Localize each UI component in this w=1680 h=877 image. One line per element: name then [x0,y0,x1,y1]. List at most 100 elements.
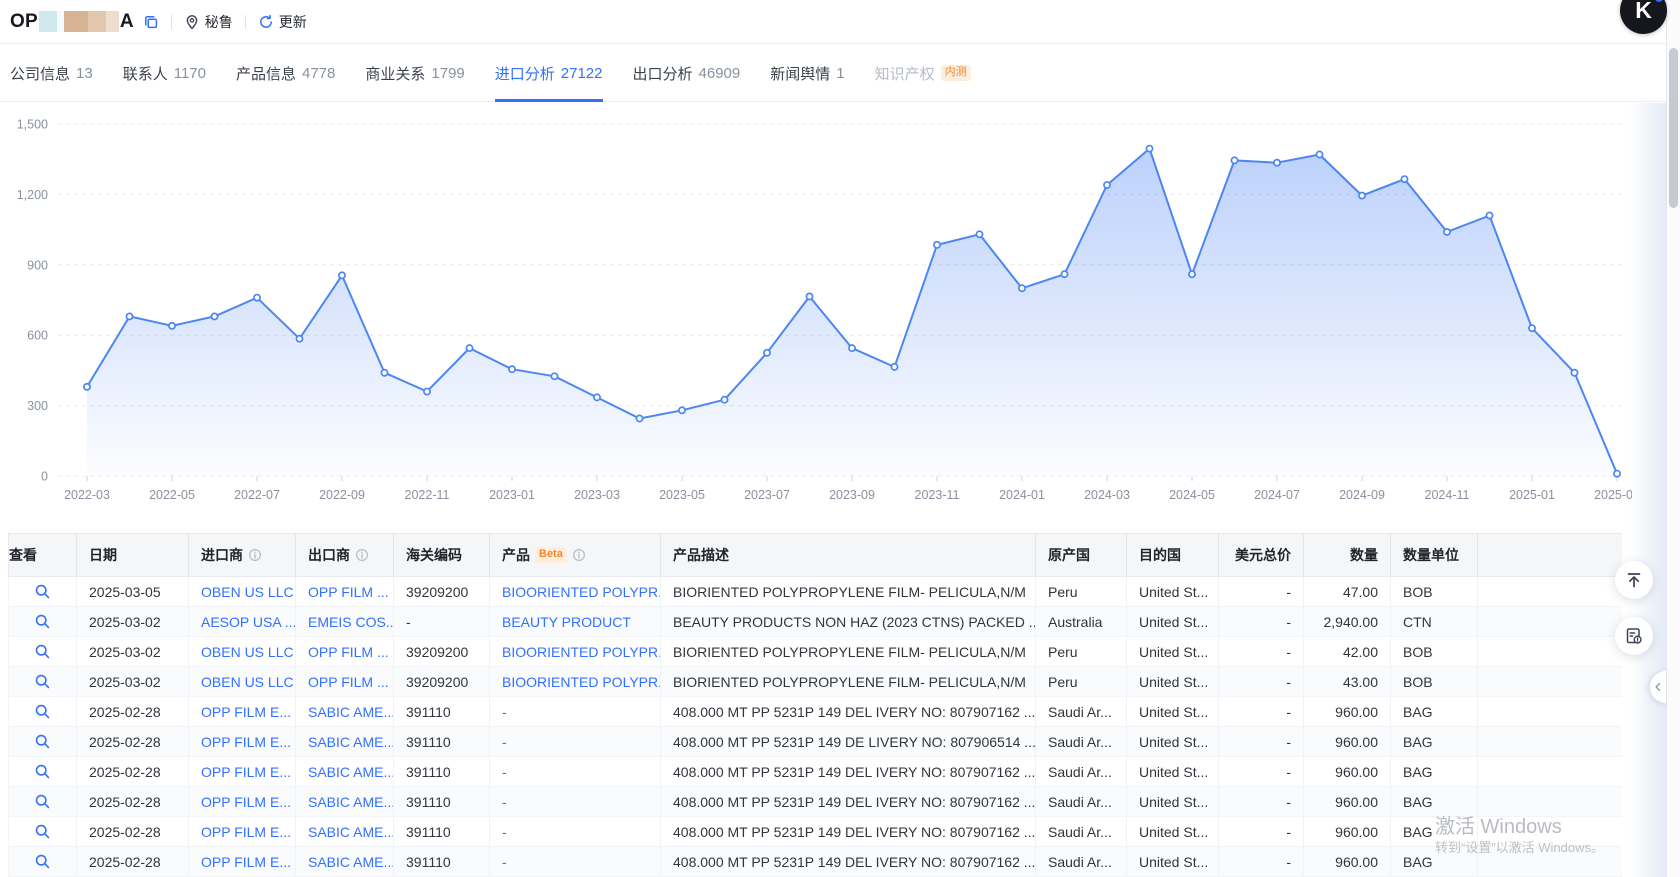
exporter-link[interactable]: SABIC AME... [308,704,394,720]
importer-cell: OPP FILM E... [189,757,296,787]
col-label: 出口商 [308,545,350,565]
svg-text:2023-09: 2023-09 [829,488,875,502]
importer-link[interactable]: AESOP USA ... [201,614,296,630]
product-link[interactable]: - [502,734,507,750]
importer-link[interactable]: OPP FILM E... [201,854,291,870]
importer-cell: AESOP USA ... [189,607,296,637]
avatar[interactable]: K [1620,0,1667,34]
svg-text:2022-03: 2022-03 [64,488,110,502]
svg-text:2025-03: 2025-03 [1594,488,1632,502]
company-name: OP A [10,11,134,33]
info-icon-wrap[interactable] [572,548,586,562]
date-cell: 2025-02-28 [77,757,189,787]
svg-text:2024-01: 2024-01 [999,488,1045,502]
exporter-link[interactable]: EMEIS COS... [308,614,394,630]
location-button[interactable]: 秘鲁 [184,12,233,32]
product-cell: BIOORIENTED POLYPR... [490,577,661,607]
svg-text:2022-05: 2022-05 [149,488,195,502]
tab-count: 1 [836,65,844,82]
importer-cell: OPP FILM E... [189,817,296,847]
info-icon-wrap[interactable] [355,548,369,562]
feedback-button[interactable] [1615,617,1653,655]
tab-export-analysis[interactable]: 出口分析46909 [633,45,741,101]
importer-link[interactable]: OBEN US LLC [201,644,294,660]
col-label: 数量单位 [1403,545,1459,565]
location-label: 秘鲁 [205,12,233,32]
view-detail-button[interactable] [34,733,51,750]
product-link[interactable]: - [502,794,507,810]
view-detail-button[interactable] [34,763,51,780]
date-cell: 2025-02-28 [77,817,189,847]
tab-count: 1170 [174,65,206,82]
product-link[interactable]: BEAUTY PRODUCT [502,614,631,630]
exporter-link[interactable]: OPP FILM ... [308,644,389,660]
description-cell: 408.000 MT PP 5231P 149 DEL IVERY NO: 80… [661,757,1036,787]
tab-business-relations[interactable]: 商业关系1799 [365,45,464,101]
table-row: 2025-02-28OPP FILM E...SABIC AME...39111… [9,787,1623,817]
hs_code-cell: 391110 [394,847,490,877]
product-link[interactable]: - [502,854,507,870]
view-detail-button[interactable] [34,703,51,720]
col-usd_total: 美元总价 [1219,534,1304,577]
copy-button[interactable] [143,14,159,30]
exporter-link[interactable]: SABIC AME... [308,794,394,810]
view-detail-button[interactable] [34,793,51,810]
col-label: 日期 [89,545,117,565]
tab-label: 进口分析 [495,63,555,84]
product-link[interactable]: - [502,704,507,720]
svg-text:2022-11: 2022-11 [405,488,450,502]
exporter-cell: SABIC AME... [296,727,394,757]
importer-link[interactable]: OPP FILM E... [201,734,291,750]
importer-link[interactable]: OBEN US LLC [201,584,294,600]
product-link[interactable]: - [502,824,507,840]
hs_code-cell: 391110 [394,817,490,847]
company-name-suffix: A [120,11,134,33]
exporter-link[interactable]: SABIC AME... [308,824,394,840]
view-detail-button[interactable] [34,853,51,870]
exporter-link[interactable]: OPP FILM ... [308,584,389,600]
quantity-cell: 960.00 [1304,757,1391,787]
filler-cell [1478,607,1623,637]
exporter-link[interactable]: SABIC AME... [308,734,394,750]
description-cell: BEAUTY PRODUCTS NON HAZ (2023 CTNS) PACK… [661,607,1036,637]
tab-company-info[interactable]: 公司信息13 [10,45,93,101]
info-icon-wrap[interactable] [248,548,262,562]
product-link[interactable]: BIOORIENTED POLYPR... [502,674,661,690]
view-detail-button[interactable] [34,673,51,690]
tab-contacts[interactable]: 联系人1170 [123,45,206,101]
description-cell: 408.000 MT PP 5231P 149 DEL IVERY NO: 80… [661,697,1036,727]
filler-cell [1478,577,1623,607]
refresh-icon [258,14,274,30]
tab-product-info[interactable]: 产品信息4778 [236,45,335,101]
tab-news-sentiment[interactable]: 新闻舆情1 [770,45,844,101]
col-label: 美元总价 [1235,545,1291,565]
refresh-button[interactable]: 更新 [258,12,307,32]
unit-cell: BOB [1391,637,1478,667]
search-icon [34,703,51,720]
usd_total-cell: - [1219,817,1304,847]
importer-link[interactable]: OPP FILM E... [201,704,291,720]
product-link[interactable]: BIOORIENTED POLYPR... [502,644,661,660]
importer-link[interactable]: OPP FILM E... [201,824,291,840]
svg-text:2023-11: 2023-11 [915,488,960,502]
view-detail-button[interactable] [34,613,51,630]
exporter-link[interactable]: SABIC AME... [308,764,394,780]
view-detail-button[interactable] [34,583,51,600]
exporter-cell: SABIC AME... [296,817,394,847]
product-link[interactable]: BIOORIENTED POLYPR... [502,584,661,600]
tab-intellectual-property[interactable]: 知识产权内测 [875,45,971,101]
view-detail-button[interactable] [34,823,51,840]
exporter-link[interactable]: SABIC AME... [308,854,394,870]
importer-cell: OPP FILM E... [189,787,296,817]
import-trend-chart: 03006009001,2001,5002022-032022-052022-0… [0,100,1632,512]
importer-link[interactable]: OBEN US LLC [201,674,294,690]
importer-link[interactable]: OPP FILM E... [201,764,291,780]
tab-import-analysis[interactable]: 进口分析27122 [495,45,603,101]
product-link[interactable]: - [502,764,507,780]
view-detail-button[interactable] [34,643,51,660]
exporter-link[interactable]: OPP FILM ... [308,674,389,690]
back-to-top-button[interactable] [1615,561,1653,599]
description-cell: 408.000 MT PP 5231P 149 DEL IVERY NO: 80… [661,847,1036,877]
scrollbar-thumb[interactable] [1669,48,1678,208]
importer-link[interactable]: OPP FILM E... [201,794,291,810]
